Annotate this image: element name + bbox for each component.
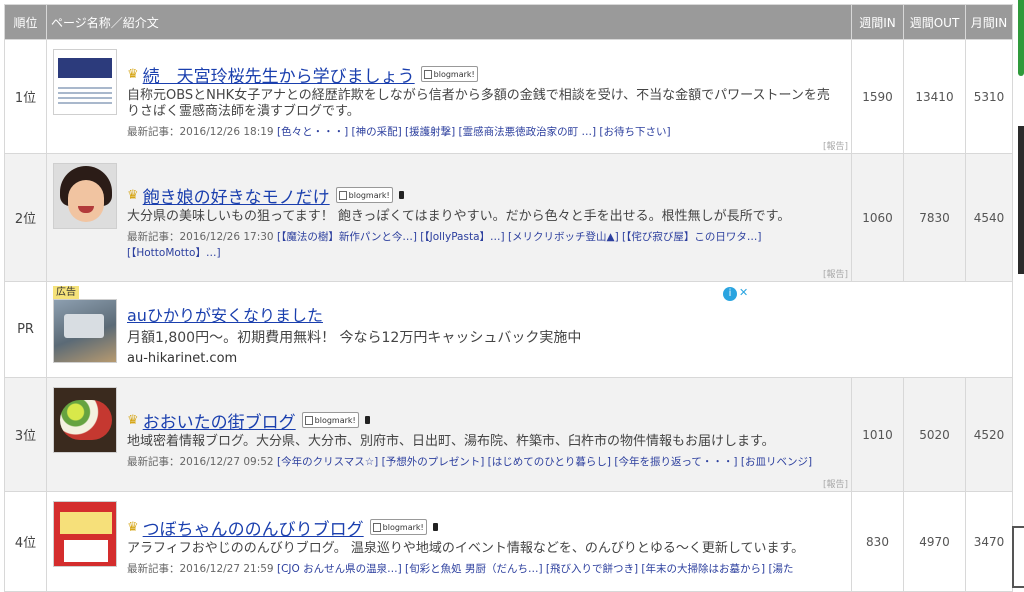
- blog-description: 自称元OBSとNHK女子アナとの経歴詐欺をしながら信者から多額の金銭で相談を受け…: [127, 88, 830, 119]
- blogmark-button[interactable]: blogmark!: [369, 519, 427, 535]
- ad-title-link[interactable]: auひかりが安くなりました: [127, 305, 1012, 327]
- report-link[interactable]: [報告]: [823, 139, 848, 152]
- week-in-value: 1060: [851, 153, 904, 282]
- ad-domain[interactable]: au-hikarinet.com: [127, 349, 1012, 369]
- week-out-value: 4970: [903, 491, 966, 592]
- week-out-value: 5020: [903, 377, 966, 492]
- side-tab[interactable]: [1018, 0, 1024, 76]
- header-week-in: 週間IN: [851, 4, 904, 40]
- month-in-value: 3470: [965, 491, 1013, 592]
- blog-thumbnail[interactable]: [53, 387, 117, 453]
- article-links[interactable]: [色々と・・・] [神の采配] [援護射撃] [霊感商法悪徳政治家の町 …] […: [277, 126, 671, 138]
- blog-title-link[interactable]: つぼちゃんののんびりブログ: [143, 515, 364, 540]
- month-in-value: 5310: [965, 39, 1013, 154]
- month-in-value: 4520: [965, 377, 1013, 492]
- entry-cell: ♛ おおいたの街ブログ blogmark! 地域密着情報ブログ。大分県、大分市、…: [46, 377, 852, 492]
- crown-icon: ♛: [127, 412, 139, 428]
- entry-cell: ♛ 飽き娘の好きなモノだけ blogmark! 大分県の美味しいもの狙ってます！…: [46, 153, 852, 282]
- table-row: 1位 ♛ 続 天宮玲桜先生から学びましょう blogmark! 自称元OBSとN…: [4, 39, 1013, 154]
- rank-cell: PR: [4, 281, 47, 378]
- header-week-out: 週間OUT: [903, 4, 966, 40]
- week-out-value: 13410: [903, 39, 966, 154]
- pr-cell: 広告 i ✕ auひかりが安くなりました 月額1,800円～。初期費用無料！ 今な…: [46, 281, 1013, 378]
- crown-icon: ♛: [127, 187, 139, 203]
- rank-cell: 1位: [4, 39, 47, 154]
- entry-cell: ♛ つぼちゃんののんびりブログ blogmark! アラフィフおやじののんびりブ…: [46, 491, 852, 592]
- month-in-value: 4540: [965, 153, 1013, 282]
- ad-description: 月額1,800円～。初期費用無料！ 今なら12万円キャッシュバック実施中: [127, 329, 582, 346]
- week-in-value: 830: [851, 491, 904, 592]
- latest-articles: 最新記事：2016/12/27 09:52 [今年のクリスマス☆] [予想外のプ…: [127, 456, 813, 468]
- ad-badge: 広告: [53, 286, 79, 299]
- latest-articles: 最新記事：2016/12/26 17:30 [【魔法の樹】新作パンと今…] [【…: [127, 231, 762, 259]
- mobile-icon: [432, 523, 438, 531]
- blog-thumbnail[interactable]: [53, 501, 117, 567]
- crown-icon: ♛: [127, 66, 139, 82]
- blog-description: アラフィフおやじののんびりブログ。 温泉巡りや地域のイベント情報などを、のんびり…: [127, 541, 805, 556]
- header-month-in: 月間IN: [965, 4, 1013, 40]
- mobile-icon: [364, 416, 370, 424]
- ranking-table: 順位 ページ名称／紹介文 週間IN 週間OUT 月間IN 1位 ♛ 続 天宮玲桜…: [4, 4, 1013, 592]
- article-links[interactable]: [今年のクリスマス☆] [予想外のプレゼント] [はじめてのひとり暮らし] [今…: [277, 456, 812, 468]
- bookmark-icon: [423, 69, 432, 79]
- side-widget[interactable]: [1012, 526, 1024, 588]
- adchoices-icon[interactable]: i ✕: [723, 286, 755, 301]
- blog-title-link[interactable]: おおいたの街ブログ: [143, 408, 296, 433]
- blog-title-link[interactable]: 続 天宮玲桜先生から学びましょう: [143, 62, 415, 87]
- bookmark-icon: [304, 415, 313, 425]
- blogmark-button[interactable]: blogmark!: [335, 187, 393, 203]
- blog-description: 地域密着情報ブログ。大分県、大分市、別府市、日出町、湯布院、杵築市、臼杵市の物件…: [127, 434, 775, 449]
- blogmark-button[interactable]: blogmark!: [301, 412, 359, 428]
- week-in-value: 1590: [851, 39, 904, 154]
- blogmark-button[interactable]: blogmark!: [420, 66, 478, 82]
- side-scroll-area[interactable]: [1018, 126, 1024, 274]
- bookmark-icon: [338, 190, 347, 200]
- rank-cell: 4位: [4, 491, 47, 592]
- table-header-row: 順位 ページ名称／紹介文 週間IN 週間OUT 月間IN: [4, 4, 1013, 40]
- blog-thumbnail[interactable]: [53, 163, 117, 229]
- ad-thumbnail[interactable]: [53, 299, 117, 363]
- close-icon[interactable]: ✕: [739, 286, 748, 299]
- report-link[interactable]: [報告]: [823, 477, 848, 490]
- table-row: 3位 ♛ おおいたの街ブログ blogmark! 地域密着情報ブログ。大分県、大…: [4, 377, 1013, 492]
- latest-articles: 最新記事：2016/12/26 18:19 [色々と・・・] [神の采配] [援…: [127, 126, 671, 138]
- latest-articles: 最新記事：2016/12/27 21:59 [CJO おんせん県の温泉…] [旬…: [127, 563, 794, 575]
- entry-cell: ♛ 続 天宮玲桜先生から学びましょう blogmark! 自称元OBSとNHK女…: [46, 39, 852, 154]
- week-in-value: 1010: [851, 377, 904, 492]
- blog-title-link[interactable]: 飽き娘の好きなモノだけ: [143, 183, 330, 208]
- week-out-value: 7830: [903, 153, 966, 282]
- mobile-icon: [398, 191, 404, 199]
- header-rank: 順位: [4, 4, 47, 40]
- blog-thumbnail[interactable]: [53, 49, 117, 115]
- article-links[interactable]: [CJO おんせん県の温泉…] [旬彩と魚処 男厨（だんち…] [飛び入りで餅つ…: [277, 563, 794, 575]
- table-row: 2位 ♛ 飽き娘の好きなモノだけ blogmark! 大分県の美味しいもの狙って…: [4, 153, 1013, 282]
- blog-description: 大分県の美味しいもの狙ってます！ 飽きっぽくてはまりやすい。だから色々と手を出せ…: [127, 209, 791, 224]
- pr-row: PR 広告 i ✕ auひかりが安くなりました 月額1,800円～。初期費用無料！…: [4, 281, 1013, 378]
- table-row: 4位 ♛ つぼちゃんののんびりブログ blogmark! アラフィフおやじののん…: [4, 491, 1013, 592]
- rank-cell: 2位: [4, 153, 47, 282]
- crown-icon: ♛: [127, 519, 139, 535]
- rank-cell: 3位: [4, 377, 47, 492]
- bookmark-icon: [372, 522, 381, 532]
- report-link[interactable]: [報告]: [823, 267, 848, 280]
- header-name: ページ名称／紹介文: [46, 4, 852, 40]
